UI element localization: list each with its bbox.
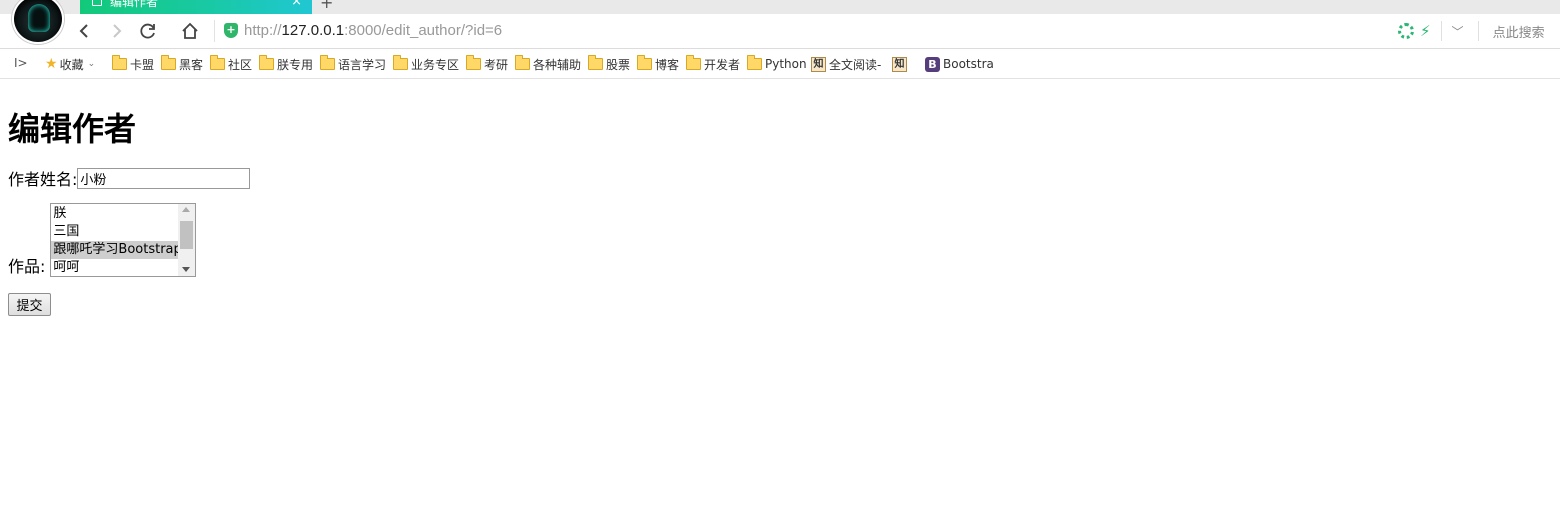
tab-active[interactable]: 编辑作者 × — [80, 0, 312, 14]
bookmark-folder[interactable]: 博客 — [637, 55, 680, 72]
bookmarks-bar: I> ★ 收藏 ⌄ 卡盟 黑客 社区 朕专用 语言学习 业务专区 考研 各种辅助 股… — [0, 49, 1560, 79]
bookmark-folder[interactable]: 卡盟 — [112, 55, 155, 72]
works-option-selected[interactable]: 跟哪吒学习Bootstrap — [51, 241, 182, 259]
folder-icon — [210, 55, 225, 70]
folder-icon — [466, 55, 481, 70]
bookmark-label: 业务专区 — [411, 57, 460, 72]
works-option[interactable]: 三国 — [51, 223, 178, 241]
bookmark-link[interactable]: B Bootstra — [925, 56, 994, 72]
bookmark-favorites[interactable]: ★ 收藏 ⌄ — [45, 56, 95, 72]
star-icon: ★ — [45, 56, 58, 72]
bookmark-folder[interactable]: 考研 — [466, 55, 509, 72]
bookmark-link[interactable]: 知全文阅读- — [811, 56, 881, 72]
folder-icon — [161, 55, 176, 70]
back-button[interactable] — [72, 19, 96, 43]
address-bar[interactable]: http://127.0.0.1:8000/edit_author/?id=6 — [244, 22, 502, 39]
bookmark-folder[interactable]: Python — [747, 55, 807, 72]
bookmark-label: 开发者 — [704, 57, 741, 72]
reload-button[interactable] — [136, 19, 160, 43]
bookmark-label: Bootstra — [943, 57, 994, 71]
bookmark-label: 考研 — [484, 57, 509, 72]
works-option[interactable]: 朕 — [51, 205, 178, 223]
toolbar-divider — [1477, 21, 1479, 41]
folder-icon — [112, 55, 127, 70]
folder-icon — [637, 55, 652, 70]
submit-button[interactable]: 提交 — [8, 293, 51, 316]
author-name-row: 作者姓名: — [8, 166, 251, 190]
bookmark-folder[interactable]: 股票 — [588, 55, 631, 72]
bookmark-label: 朕专用 — [277, 57, 314, 72]
bookmark-folder[interactable]: 朕专用 — [259, 55, 314, 72]
bookmark-folder[interactable]: 黑客 — [161, 55, 204, 72]
bookmark-folder[interactable]: 社区 — [210, 55, 253, 72]
bookmark-label: 博客 — [655, 57, 680, 72]
bookmark-folder[interactable]: 各种辅助 — [515, 55, 582, 72]
chevron-down-icon[interactable]: ﹀ — [1452, 23, 1464, 40]
reload-icon — [140, 23, 155, 39]
works-option[interactable]: 呵呵 — [51, 259, 178, 276]
bookmark-label: 全文阅读- — [829, 57, 882, 72]
bookmark-label: 黑客 — [179, 57, 204, 72]
bookmark-label: 社区 — [228, 57, 253, 72]
toolbar-right: ⚡ ﹀ 点此搜索 — [1398, 20, 1545, 42]
page-title: 编辑作者 — [8, 110, 137, 148]
home-icon — [182, 22, 198, 39]
bookmark-label: 各种辅助 — [533, 57, 582, 72]
chevron-down-icon: ⌄ — [87, 59, 96, 69]
bookmark-label: 语言学习 — [338, 57, 387, 72]
bookmark-label: 收藏 — [59, 57, 84, 72]
home-button[interactable] — [178, 19, 202, 43]
toolbar-divider — [1440, 21, 1442, 41]
browser-toolbar: + http://127.0.0.1:8000/edit_author/?id=… — [0, 14, 1560, 49]
url-path: :8000/edit_author/?id=6 — [344, 22, 503, 39]
close-tab-icon[interactable]: × — [291, 0, 302, 9]
folder-icon — [320, 55, 335, 70]
extension-spinner-icon[interactable] — [1398, 23, 1414, 39]
zhi-icon: 知 — [811, 56, 826, 72]
search-box[interactable]: 点此搜索 — [1493, 22, 1545, 41]
folder-icon — [259, 55, 274, 70]
bookmark-link[interactable]: 知 — [892, 56, 910, 72]
url-host: 127.0.0.1 — [281, 22, 345, 39]
bookmark-label: 股票 — [606, 57, 631, 72]
bookmark-label: Python — [765, 57, 807, 71]
scroll-down-icon[interactable] — [182, 267, 191, 272]
tab-title: 编辑作者 — [110, 0, 159, 9]
works-row: 作品: 朕 三国 跟哪吒学习Bootstrap 呵呵 — [8, 203, 197, 277]
scroll-thumb[interactable] — [180, 221, 194, 249]
bookmark-folder[interactable]: 语言学习 — [320, 55, 387, 72]
folder-icon — [393, 55, 408, 70]
new-tab-button[interactable]: + — [320, 0, 333, 12]
avatar-figure — [28, 4, 50, 32]
back-arrow-icon — [79, 24, 88, 38]
url-scheme: http:// — [244, 22, 282, 39]
tab-strip: 编辑作者 × + — [0, 0, 1560, 14]
works-label: 作品: — [8, 257, 46, 276]
forward-button[interactable] — [105, 19, 129, 43]
bookmark-folder[interactable]: 开发者 — [686, 55, 741, 72]
folder-icon — [747, 55, 762, 70]
sidebar-toggle-icon[interactable]: I> — [14, 56, 28, 70]
author-name-label: 作者姓名: — [8, 170, 78, 189]
forward-arrow-icon — [113, 24, 122, 38]
bookmark-folder[interactable]: 业务专区 — [393, 55, 460, 72]
url-separator — [214, 20, 215, 42]
bookmark-label: 卡盟 — [130, 57, 155, 72]
folder-icon — [686, 55, 701, 70]
select-scrollbar[interactable] — [178, 204, 196, 276]
folder-icon — [515, 55, 530, 70]
folder-icon — [588, 55, 603, 70]
bootstrap-icon: B — [925, 56, 940, 72]
page-icon — [92, 0, 102, 6]
lightning-icon[interactable]: ⚡ — [1420, 22, 1431, 40]
works-multiselect[interactable]: 朕 三国 跟哪吒学习Bootstrap 呵呵 — [50, 203, 197, 277]
author-name-input[interactable] — [77, 167, 251, 189]
scroll-up-icon[interactable] — [182, 207, 191, 212]
zhi-icon: 知 — [892, 56, 907, 72]
shield-plus-icon[interactable]: + — [224, 23, 238, 38]
